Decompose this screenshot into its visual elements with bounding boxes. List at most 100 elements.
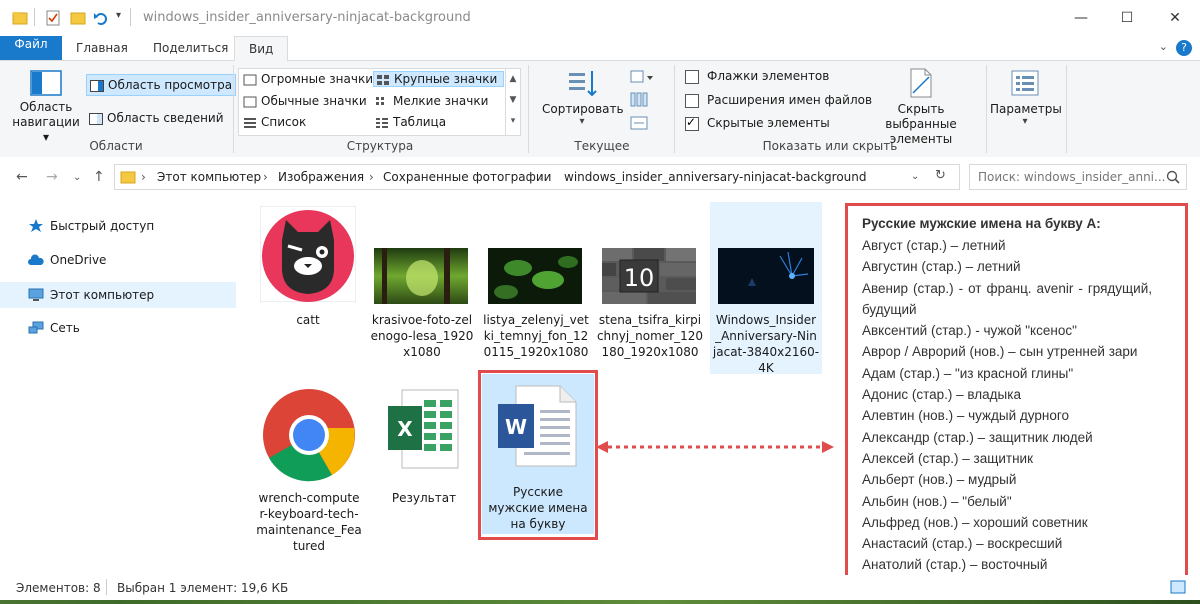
file-item-stena[interactable]: 10 stena_tsifra_kirpi chnyj_nomer_120 18… — [596, 204, 703, 364]
details-button[interactable]: Таблица — [375, 115, 446, 129]
tab-file[interactable]: Файл — [0, 36, 62, 60]
name-line: Авенир (стар.) - от франц. avenir - гряд… — [862, 280, 1152, 317]
up-arrow-icon[interactable]: ↑ — [93, 169, 105, 185]
help-icon[interactable]: ? — [1176, 40, 1192, 56]
details-pane-button[interactable]: Область сведений — [89, 108, 224, 128]
address-dropdown-icon[interactable]: ⌄ — [911, 171, 919, 182]
forward-arrow-icon[interactable]: → — [46, 169, 58, 185]
size-columns-icon[interactable] — [630, 115, 650, 131]
recent-locations-icon[interactable]: ⌄ — [73, 172, 81, 183]
breadcrumb-separator-icon[interactable]: › — [539, 170, 544, 184]
sort-button[interactable]: Сортировать ▾ — [542, 67, 624, 135]
ribbon-separator — [233, 65, 234, 153]
add-columns-icon[interactable] — [630, 92, 650, 108]
nav-item-label: OneDrive — [50, 253, 107, 267]
word-highlight-box — [478, 370, 598, 540]
item-checkboxes-toggle[interactable]: Флажки элементов — [685, 69, 829, 84]
name-line: Алексей (стар.) – защитник — [862, 450, 1033, 466]
nav-item-quick-access[interactable]: Быстрый доступ — [0, 213, 236, 239]
tab-home[interactable]: Главная — [62, 36, 142, 60]
item-checkboxes-checkbox[interactable] — [685, 69, 699, 84]
file-item-forest[interactable]: krasivoe-foto-zel enogo-lesa_1920 x1080 — [368, 204, 473, 364]
explorer-window: ▾ windows_insider_anniversary-ninjacat-b… — [0, 0, 1200, 600]
large-icons-view-icon[interactable] — [1170, 580, 1186, 594]
list-button[interactable]: Список — [243, 115, 306, 129]
nav-item-network[interactable]: Сеть — [0, 315, 236, 341]
hide-selected-button[interactable]: Скрыть выбранные элементы — [862, 67, 980, 146]
title-bar: ▾ windows_insider_anniversary-ninjacat-b… — [0, 0, 1200, 36]
breadcrumb-pictures[interactable]: Изображения — [278, 170, 364, 184]
small-icons-icon — [376, 96, 384, 105]
breadcrumb-separator-icon[interactable]: › — [141, 170, 146, 184]
sort-icon — [569, 71, 597, 97]
hidden-items-toggle[interactable]: Скрытые элементы — [685, 115, 830, 131]
nav-item-this-pc[interactable]: Этот компьютер — [0, 282, 236, 308]
navigation-pane: Быстрый доступ OneDrive Этот компьютер С… — [0, 198, 236, 570]
breadcrumb-separator-icon[interactable]: › — [263, 170, 268, 184]
properties-icon[interactable] — [45, 10, 61, 26]
medium-icons-button[interactable]: Обычные значки — [243, 94, 367, 108]
name-line: Аврор / Аврорий (нов.) – сын утренней за… — [862, 344, 1138, 360]
search-placeholder[interactable]: Поиск: windows_insider_anni... — [978, 170, 1165, 184]
large-icons-button[interactable]: Крупные значки — [373, 71, 505, 87]
close-button[interactable]: ✕ — [1150, 0, 1200, 36]
preview-pane-button[interactable]: Область просмотра — [86, 74, 237, 96]
layout-scroll[interactable]: ▲ ▼ ▾ — [505, 69, 520, 135]
ribbon-collapse-icon[interactable]: ⌄ — [1159, 40, 1168, 53]
hidden-items-checkbox[interactable] — [685, 115, 699, 131]
file-name-label: Windows_Insider _Anniversary-Nin jacat-3… — [712, 313, 820, 375]
new-folder-icon[interactable] — [70, 10, 86, 26]
name-line: Альбин (нов.) – "белый" — [862, 493, 1012, 509]
file-name-label: krasivoe-foto-zel enogo-lesa_1920 x1080 — [370, 313, 474, 359]
file-name-label: catt — [296, 313, 320, 327]
tab-share[interactable]: Поделиться — [139, 36, 242, 60]
ribbon-separator — [674, 65, 675, 153]
folder-icon — [120, 171, 136, 184]
nav-item-onedrive[interactable]: OneDrive — [0, 247, 236, 273]
selection-info: Выбран 1 элемент: 19,6 КБ — [117, 581, 289, 595]
hide-selected-label-1: Скрыть выбранные — [885, 102, 957, 131]
group-label-panes: Области — [89, 139, 143, 153]
file-item-catt[interactable]: catt — [256, 204, 360, 334]
nav-item-label: Сеть — [50, 321, 80, 335]
file-item-excel[interactable]: X Результат — [372, 384, 476, 514]
cloud-icon — [28, 254, 44, 265]
qat-dropdown-icon[interactable]: ▾ — [116, 10, 121, 21]
back-arrow-icon[interactable]: ← — [16, 169, 28, 185]
nav-item-label: Этот компьютер — [50, 288, 155, 302]
status-separator — [106, 579, 107, 595]
name-line: Август (стар.) – летний — [862, 238, 1006, 253]
computer-icon — [28, 288, 44, 301]
extra-large-icons-button[interactable]: Огромные значки — [243, 72, 373, 86]
options-button[interactable]: Параметры ▾ — [990, 67, 1062, 137]
list-icon — [244, 117, 256, 128]
refresh-icon[interactable]: ↻ — [935, 168, 946, 183]
search-icon[interactable] — [1166, 170, 1180, 184]
undo-icon[interactable] — [93, 10, 109, 26]
small-icons-button[interactable]: Мелкие значки — [375, 94, 488, 108]
file-item-wrench[interactable]: wrench-compute r-keyboard-tech- maintena… — [254, 384, 364, 553]
breadcrumb-current-folder[interactable]: windows_insider_anniversary-ninjacat-bac… — [564, 170, 867, 184]
search-box[interactable]: Поиск: windows_insider_anni... — [969, 164, 1187, 190]
name-line: Альфред (нов.) – хороший советник — [862, 514, 1088, 530]
address-bar[interactable]: › Этот компьютер › Изображения › Сохране… — [114, 164, 960, 190]
sort-dropdown-icon: ▾ — [579, 116, 585, 127]
file-extensions-checkbox[interactable] — [685, 93, 699, 108]
breadcrumb-separator-icon[interactable]: › — [369, 170, 374, 184]
wall-number-text: 10 — [624, 264, 655, 292]
file-item-leaves[interactable]: listya_zelenyj_vet ki_temnyj_fon_12 0115… — [482, 204, 589, 364]
navigation-pane-button[interactable]: Область навигации ▾ — [8, 65, 84, 144]
navigation-pane-icon — [30, 70, 62, 96]
tab-view[interactable]: Вид — [234, 36, 289, 62]
group-by-icon[interactable] — [630, 69, 654, 85]
leaves-image — [488, 248, 582, 304]
ribbon-separator — [1066, 65, 1067, 153]
minimize-button[interactable]: — — [1058, 0, 1104, 36]
breadcrumb-this-pc[interactable]: Этот компьютер — [157, 170, 261, 184]
breadcrumb-saved-pictures[interactable]: Сохраненные фотографии — [383, 170, 551, 184]
file-extensions-toggle[interactable]: Расширения имен файлов — [685, 93, 872, 108]
chrome-icon — [263, 389, 355, 482]
brick-wall-image: 10 — [602, 248, 696, 304]
maximize-button[interactable]: ☐ — [1104, 0, 1150, 36]
file-item-windows-insider[interactable]: Windows_Insider _Anniversary-Nin jacat-3… — [710, 202, 822, 375]
